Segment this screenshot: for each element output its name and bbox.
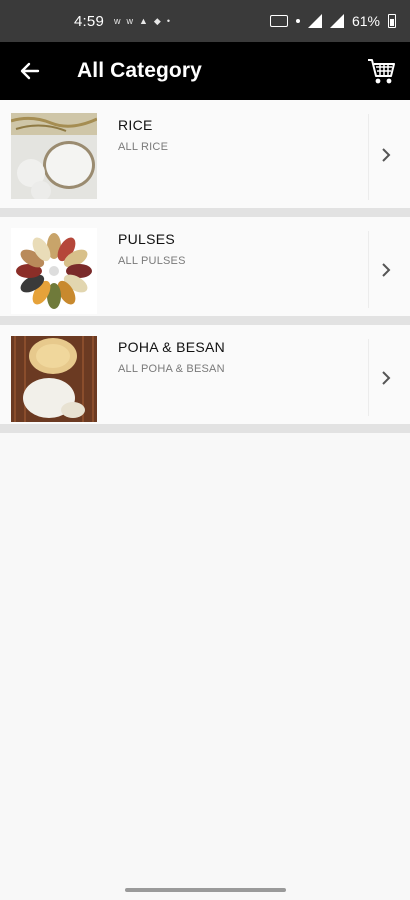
chevron-right-icon: [376, 260, 396, 280]
cart-button[interactable]: [356, 42, 406, 100]
vibrate-icon: [295, 19, 300, 23]
category-item-poha-besan[interactable]: POHA & BESAN ALL POHA & BESAN: [0, 325, 410, 433]
home-indicator[interactable]: [125, 888, 286, 892]
cart-icon: [368, 59, 395, 84]
rice-image: [11, 113, 97, 199]
chevron-right-icon: [376, 368, 396, 388]
category-subtitle: ALL PULSES: [118, 255, 186, 267]
signal-icon: [329, 14, 344, 28]
page-title: All Category: [77, 59, 202, 82]
status-bar: 4:59 w w ▲ ◆ • 61%: [0, 0, 410, 42]
pulses-image: [11, 228, 97, 314]
app-bar: All Category: [0, 42, 410, 100]
battery-icon: [388, 14, 396, 28]
divider: [368, 114, 369, 200]
notification-icon: w: [126, 16, 134, 26]
chevron-right-icon: [376, 145, 396, 165]
category-subtitle: ALL RICE: [118, 141, 169, 153]
poha-besan-image: [11, 336, 97, 422]
category-subtitle: ALL POHA & BESAN: [118, 363, 225, 375]
category-name: POHA & BESAN: [118, 339, 226, 355]
wifi-icon: [307, 14, 322, 28]
system-icons: 61%: [269, 13, 396, 29]
category-item-rice[interactable]: RICE ALL RICE: [0, 100, 410, 217]
category-list: RICE ALL RICE PULSES ALL PULSES POHA & B…: [0, 100, 410, 433]
notification-icon: ▲: [139, 16, 148, 26]
arrow-left-icon: [20, 62, 40, 80]
status-time: 4:59: [74, 12, 104, 30]
battery-percentage: 61%: [351, 13, 380, 29]
category-name: PULSES: [118, 231, 176, 247]
notification-icon: •: [166, 16, 170, 26]
notification-icon: w: [114, 16, 121, 26]
volte-icon: [269, 15, 288, 27]
category-item-pulses[interactable]: PULSES ALL PULSES: [0, 217, 410, 325]
notification-icons: w w ▲ ◆ •: [114, 16, 170, 27]
divider: [368, 231, 369, 308]
divider: [368, 339, 369, 416]
back-button[interactable]: [0, 42, 60, 100]
category-name: RICE: [118, 117, 153, 133]
notification-icon: ◆: [153, 15, 161, 26]
